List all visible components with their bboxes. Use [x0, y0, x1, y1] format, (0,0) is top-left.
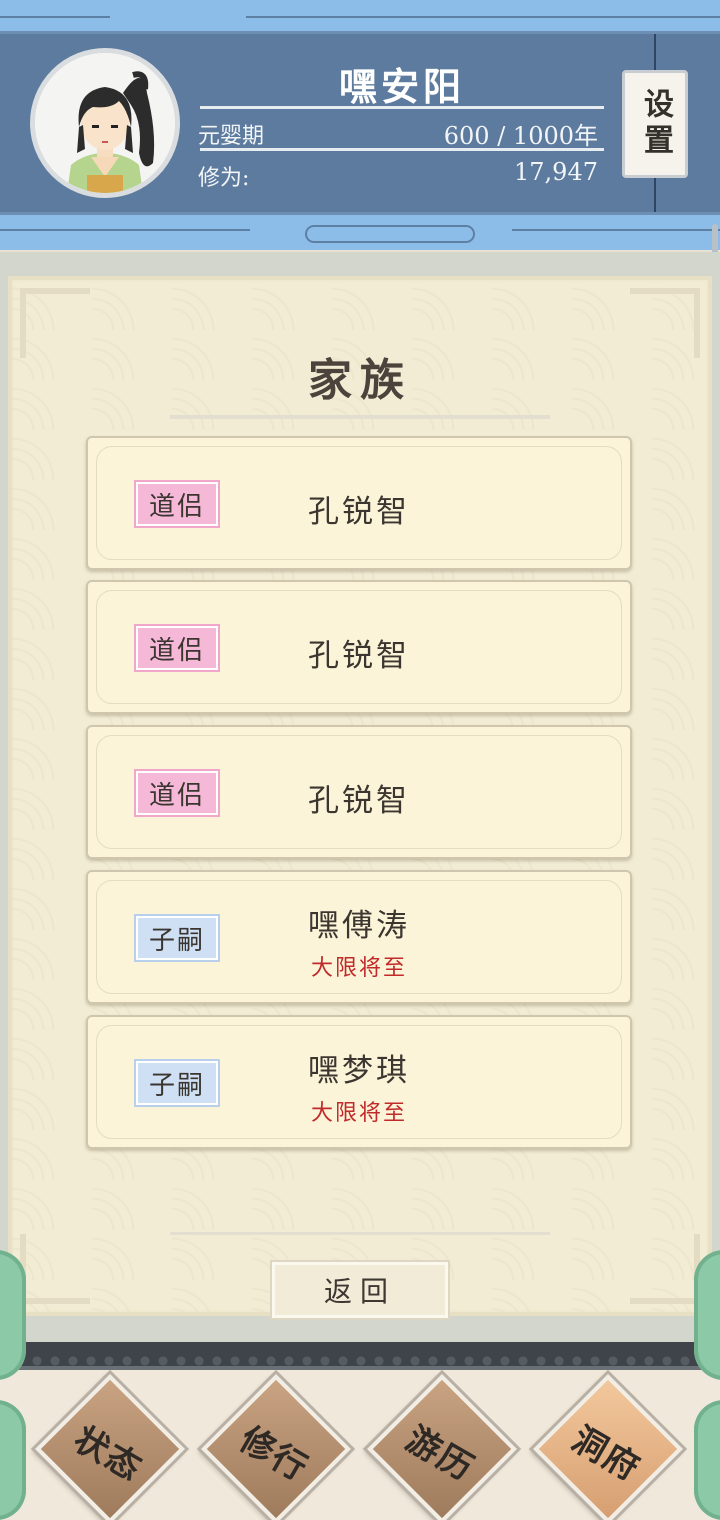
top-decor-strip — [0, 0, 720, 34]
age-value: 600 / 1000年 — [443, 122, 598, 150]
family-member-card[interactable]: 子嗣 嘿梦琪 大限将至 — [86, 1015, 632, 1149]
member-name: 孔锐智 — [308, 783, 410, 819]
member-name: 嘿梦琪 — [308, 1053, 410, 1089]
character-avatar[interactable] — [30, 48, 180, 198]
family-member-card[interactable]: 道侣 孔锐智 — [86, 580, 632, 714]
info-divider — [200, 148, 604, 151]
cloud-decor-icon — [0, 1250, 26, 1380]
cloud-decor-icon — [694, 1400, 720, 1520]
member-name: 孔锐智 — [308, 494, 410, 530]
member-status: 大限将至 — [310, 956, 407, 981]
cultivation-value: 17,947 — [514, 158, 598, 186]
cultivation-label: 修为: — [198, 166, 250, 191]
bottom-divider — [170, 1232, 550, 1235]
relation-badge: 子嗣 — [136, 916, 218, 960]
member-name: 孔锐智 — [308, 638, 410, 674]
corner-ornament-icon — [20, 1234, 90, 1304]
character-header: 嘿安阳 元婴期 600 / 1000年 修为: 17,947 — [0, 34, 720, 212]
member-status: 大限将至 — [310, 1101, 407, 1126]
relation-badge: 道侣 — [136, 482, 218, 526]
relation-badge: 道侣 — [136, 771, 218, 815]
pull-handle-icon[interactable] — [305, 225, 475, 243]
title-divider — [170, 415, 550, 419]
panel-title: 家族 — [308, 355, 412, 406]
relation-badge: 子嗣 — [136, 1061, 218, 1105]
corner-ornament-icon — [630, 1234, 700, 1304]
name-divider — [200, 106, 604, 109]
relation-badge: 道侣 — [136, 626, 218, 670]
cloud-decor-icon — [694, 1250, 720, 1380]
family-member-card[interactable]: 道侣 孔锐智 — [86, 725, 632, 859]
realm-label: 元婴期 — [198, 124, 265, 149]
character-name: 嘿安阳 — [338, 64, 465, 109]
character-portrait-icon — [35, 53, 175, 193]
family-member-card[interactable]: 子嗣 嘿傅涛 大限将至 — [86, 870, 632, 1004]
settings-button[interactable]: 设置 — [622, 70, 688, 178]
nav-roof-decor — [0, 1342, 720, 1370]
cloud-decor-icon — [0, 1400, 26, 1520]
back-button[interactable]: 返回 — [272, 1262, 448, 1318]
member-name: 嘿傅涛 — [308, 908, 410, 944]
header-bottom-strip — [0, 212, 720, 250]
family-member-card[interactable]: 道侣 孔锐智 — [86, 436, 632, 570]
